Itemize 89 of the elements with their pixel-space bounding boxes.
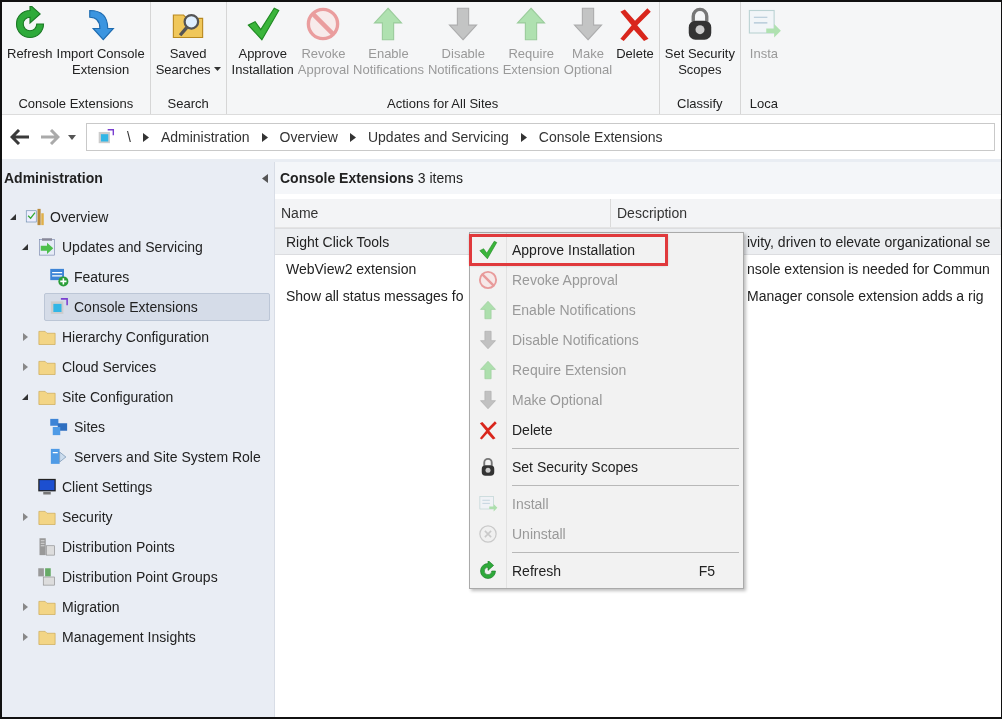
back-button[interactable] (8, 129, 32, 145)
breadcrumb-arrow-icon[interactable] (520, 132, 527, 142)
tree-item[interactable]: Management Insights (32, 623, 270, 651)
ribbon-group-label: Loca (749, 95, 778, 113)
breadcrumb-item[interactable]: Administration (160, 129, 250, 145)
forward-arrow-icon (40, 129, 60, 145)
tree-item[interactable]: Client Settings (32, 473, 270, 501)
extension-icon (97, 128, 115, 146)
checkmark-icon (478, 240, 498, 260)
menu-item[interactable]: Approve Installation (470, 235, 667, 265)
ribbon-group-label: Actions for All Sites (387, 95, 499, 113)
menu-item[interactable]: Refresh F5 (470, 556, 743, 586)
breadcrumb-arrow-icon[interactable] (261, 132, 268, 142)
tree-item[interactable]: Console Extensions (44, 293, 270, 321)
overview-icon (25, 207, 45, 227)
collapsed-arrow-icon[interactable] (21, 362, 29, 372)
up-arrow-icon (478, 360, 498, 380)
no-entry-icon (305, 6, 342, 42)
table-cell-text: nsole extension is needed for Commun (746, 259, 991, 279)
dropdown-caret-icon[interactable] (68, 134, 76, 140)
install-icon (478, 494, 498, 514)
ribbon-button[interactable]: Saved Searches (153, 6, 223, 78)
list-title: Console Extensions (280, 170, 414, 186)
ribbon-button[interactable]: Approve Installation (229, 6, 296, 78)
tree-item[interactable]: Hierarchy Configuration (32, 323, 270, 351)
down-arrow-icon (478, 330, 498, 350)
table-cell[interactable]: Show all status messages fo (275, 282, 469, 309)
breadcrumb-item[interactable]: Overview (279, 129, 338, 145)
menu-item-label: Refresh (511, 563, 563, 579)
collapsed-arrow-icon[interactable] (21, 602, 29, 612)
x-icon (617, 6, 653, 42)
extension-icon (49, 297, 69, 317)
item-count: 3 items (417, 170, 463, 186)
ribbon-button[interactable]: Set Security Scopes (662, 6, 737, 78)
tree-item[interactable]: Sites (44, 413, 270, 441)
tree-item[interactable]: Features (44, 263, 270, 291)
table-cell: ivity, driven to elevate organizational se (745, 228, 1001, 255)
column-header[interactable]: Description (611, 199, 1001, 227)
collapsed-arrow-icon[interactable] (21, 512, 29, 522)
monitor-icon (37, 477, 57, 497)
tree-item[interactable]: Distribution Point Groups (32, 563, 270, 591)
no-entry-icon (478, 270, 498, 290)
ribbon-button[interactable]: Delete (614, 6, 656, 62)
collapsed-arrow-icon[interactable] (21, 632, 29, 642)
breadcrumb-item[interactable]: Console Extensions (538, 129, 663, 145)
breadcrumb-arrow-icon[interactable] (142, 132, 149, 142)
down-arrow-icon (478, 390, 498, 410)
ribbon-button[interactable]: Refresh (5, 6, 55, 62)
expanded-arrow-icon[interactable] (9, 213, 17, 221)
menu-item[interactable]: Delete (470, 415, 743, 445)
servers-group-icon (37, 567, 57, 587)
servers-icon (49, 447, 69, 467)
x-icon (478, 420, 498, 440)
ribbon-button[interactable]: Import Console Extension (54, 6, 147, 78)
tree-item[interactable]: Security (32, 503, 270, 531)
pane-title: Administration (4, 170, 103, 186)
tree-item[interactable]: Overview (20, 203, 270, 231)
ribbon-group-label: Console Extensions (18, 95, 134, 113)
down-arrow-icon (570, 6, 606, 42)
server-icon (37, 537, 57, 557)
updates-icon (37, 237, 57, 257)
refresh-icon (478, 561, 498, 581)
expanded-arrow-icon[interactable] (21, 393, 29, 401)
back-arrow-icon (10, 129, 30, 145)
features-icon (49, 267, 69, 287)
tree-item[interactable]: Distribution Points (32, 533, 270, 561)
up-arrow-icon (478, 300, 498, 320)
table-cell[interactable]: Right Click Tools (275, 228, 469, 255)
collapsed-arrow-icon[interactable] (21, 332, 29, 342)
tree-item[interactable]: Cloud Services (32, 353, 270, 381)
address-bar[interactable]: \ Administration Overview Updates and Servicing Console Extensions (86, 123, 995, 151)
sites-icon (49, 417, 69, 437)
tree-item[interactable]: Migration (32, 593, 270, 621)
ribbon-group-label: Search (167, 95, 209, 113)
table-cell[interactable]: WebView2 extension (275, 255, 469, 282)
tree-item[interactable]: Updates and Servicing (32, 233, 270, 261)
expanded-arrow-icon[interactable] (21, 243, 29, 251)
breadcrumb-item[interactable]: \ (127, 129, 131, 145)
table-cell-text: Manager console extension adds a rig (746, 286, 985, 306)
tree-item[interactable]: Servers and Site System Role (44, 443, 270, 471)
collapse-arrow-icon[interactable] (262, 173, 268, 183)
shortcut-label: F5 (698, 563, 716, 579)
breadcrumb-item[interactable]: Updates and Servicing (367, 129, 509, 145)
x-circle-icon (478, 524, 498, 544)
tree-item[interactable]: Site Configuration (32, 383, 270, 411)
breadcrumb-arrow-icon[interactable] (349, 132, 356, 142)
column-header[interactable]: Name (275, 199, 611, 227)
menu-item[interactable]: Set Security Scopes (470, 452, 743, 482)
ribbon-group-label: Classify (677, 95, 723, 113)
